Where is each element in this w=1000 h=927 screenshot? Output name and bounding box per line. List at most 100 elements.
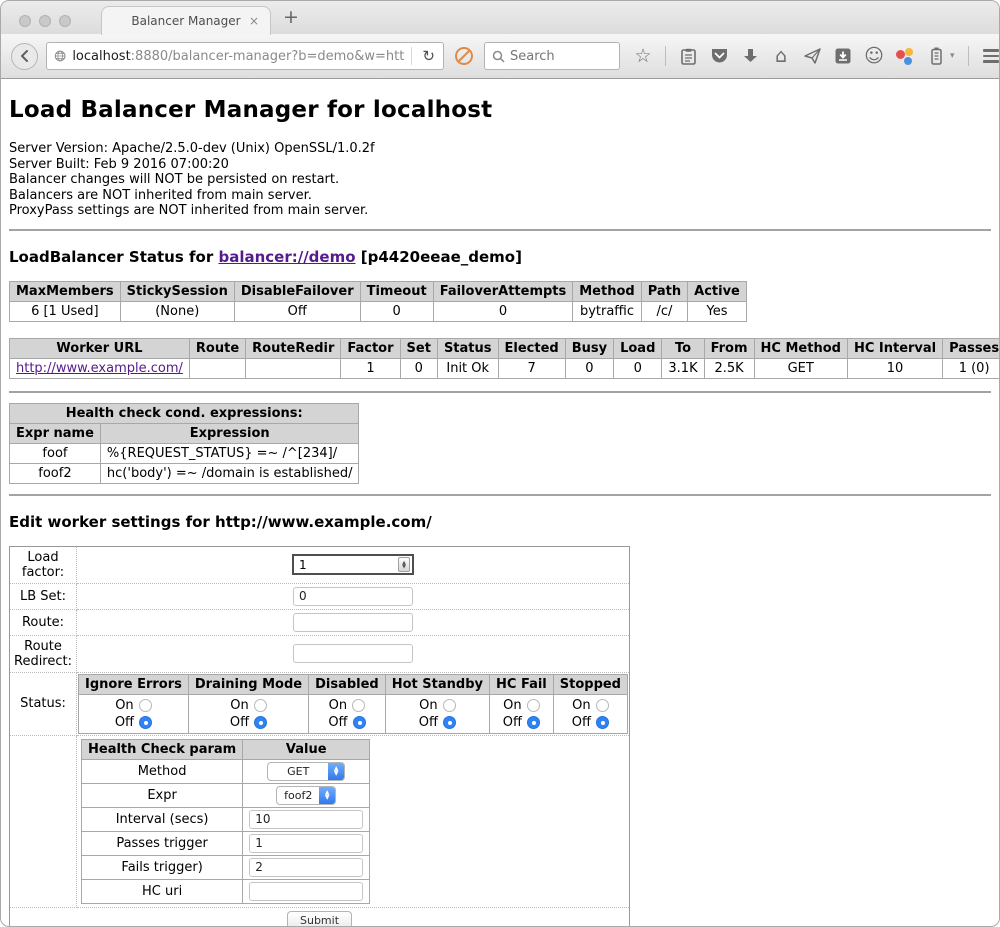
chevron-down-icon[interactable]: ▾ — [950, 51, 955, 61]
select-arrows-icon: ▲▼ — [328, 762, 344, 781]
hc-uri-input[interactable] — [249, 882, 363, 901]
draining-mode-off-radio[interactable] — [254, 716, 267, 729]
ignore-errors-off-radio[interactable] — [139, 716, 152, 729]
col-method: Method — [573, 281, 641, 301]
cell-set: 0 — [400, 358, 437, 378]
search-icon — [492, 50, 505, 63]
load-factor-input[interactable]: 1 ▲▼ — [292, 554, 414, 575]
new-tab-button[interactable]: + — [283, 6, 299, 28]
chat-smiley-icon[interactable]: ☺ — [865, 46, 883, 66]
stopped-on-radio[interactable] — [596, 699, 609, 712]
submit-button[interactable]: Submit — [287, 911, 352, 927]
expr-row-foof2: foof2 hc('body') =~ /domain is establish… — [10, 463, 359, 483]
route-input[interactable] — [293, 613, 413, 632]
page-content: Load Balancer Manager for localhost Serv… — [1, 79, 999, 927]
cell-busy: 0 — [565, 358, 613, 378]
col-disabled: Disabled — [309, 674, 386, 694]
load-factor-row: Load factor: 1 ▲▼ — [10, 546, 630, 583]
on-label: On — [230, 698, 248, 713]
edit-worker-heading: Edit worker settings for http://www.exam… — [9, 513, 991, 531]
status-heading-suffix: [p4420eeae_demo] — [356, 248, 522, 266]
off-label: Off — [419, 715, 438, 730]
tab-balancer-manager[interactable]: Balancer Manager × — [101, 6, 271, 35]
back-button[interactable] — [11, 43, 38, 70]
clipboard-icon[interactable] — [679, 46, 697, 66]
hc-passes-input[interactable] — [249, 834, 363, 853]
search-input[interactable] — [510, 49, 605, 64]
zoom-window-button[interactable] — [59, 15, 71, 27]
col-expr-name: Expr name — [10, 423, 101, 443]
stopped-off-radio[interactable] — [596, 716, 609, 729]
col-disablefailover: DisableFailover — [234, 281, 360, 301]
col-factor: Factor — [341, 338, 400, 358]
battery-icon[interactable] — [927, 46, 945, 66]
hc-interval-label: Interval (secs) — [82, 807, 243, 831]
hc-expr-select[interactable]: foof2 ▲▼ — [276, 786, 336, 805]
home-icon[interactable]: ⌂ — [772, 46, 790, 66]
hc-expr-label: Expr — [82, 783, 243, 807]
bookmark-star-icon[interactable]: ☆ — [634, 46, 652, 66]
col-load: Load — [614, 338, 662, 358]
ignore-errors-on-radio[interactable] — [139, 699, 152, 712]
hc-fail-off-radio[interactable] — [527, 716, 540, 729]
hc-method-select[interactable]: GET ▲▼ — [267, 762, 345, 781]
menu-hamburger-icon[interactable] — [982, 46, 1000, 66]
cell-hc-interval: 10 — [847, 358, 942, 378]
close-window-button[interactable] — [19, 15, 31, 27]
cell-disablefailover: Off — [234, 301, 360, 321]
minimize-window-button[interactable] — [39, 15, 51, 27]
url-bar[interactable]: localhost:8880/balancer-manager?b=demo&w… — [46, 42, 444, 70]
hc-fails-input[interactable] — [249, 858, 363, 877]
content-blocker-icon[interactable] — [454, 46, 474, 66]
col-value: Value — [243, 739, 370, 759]
server-info: Server Version: Apache/2.5.0-dev (Unix) … — [9, 141, 991, 219]
page-title: Load Balancer Manager for localhost — [9, 97, 991, 123]
load-factor-label: Load factor: — [10, 546, 77, 583]
send-tab-icon[interactable] — [803, 46, 821, 66]
tab-close-icon[interactable]: × — [249, 14, 259, 28]
hc-fail-on-radio[interactable] — [527, 699, 540, 712]
disabled-off-radio[interactable] — [353, 716, 366, 729]
cell-expression: hc('body') =~ /domain is established/ — [100, 463, 359, 483]
hc-fails-label: Fails trigger) — [82, 855, 243, 879]
reload-icon[interactable]: ↻ — [418, 47, 439, 65]
cell-route — [189, 358, 245, 378]
col-to: To — [662, 338, 704, 358]
hot-standby-on-radio[interactable] — [443, 699, 456, 712]
colored-dots-extension-icon[interactable] — [896, 47, 914, 65]
globe-icon[interactable] — [54, 48, 66, 64]
off-label: Off — [115, 715, 134, 730]
worker-url-link[interactable]: http://www.example.com/ — [16, 361, 183, 376]
draining-mode-on-radio[interactable] — [254, 699, 267, 712]
status-heading-prefix: LoadBalancer Status for — [9, 248, 218, 266]
col-active: Active — [688, 281, 747, 301]
lb-set-input[interactable] — [293, 587, 413, 606]
cell-passes: 1 (0) — [943, 358, 1000, 378]
number-spinner-icon[interactable]: ▲▼ — [398, 557, 410, 572]
urlbar-divider — [411, 47, 412, 65]
worker-data-row: http://www.example.com/ 1 0 Init Ok 7 0 … — [10, 358, 1000, 378]
url-text[interactable]: localhost:8880/balancer-manager?b=demo&w… — [72, 49, 405, 64]
browser-window: Balancer Manager × + localhost:8880/bala… — [0, 0, 1000, 927]
pocket-icon[interactable] — [710, 46, 728, 66]
col-hot-standby: Hot Standby — [385, 674, 489, 694]
route-redirect-input[interactable] — [293, 644, 413, 663]
hc-passes-row: Passes trigger — [82, 831, 370, 855]
status-label: Status: — [10, 672, 77, 735]
extension-download-icon[interactable] — [834, 46, 852, 66]
hc-header-row: Health Check param Value — [82, 739, 370, 759]
persist-notice-line: Balancer changes will NOT be persisted o… — [9, 172, 991, 188]
col-ignore-errors: Ignore Errors — [79, 674, 189, 694]
health-check-table: Health Check param Value Method GET ▲▼ — [81, 739, 370, 904]
status-row: Status: Ignore Errors Draining Mode Disa… — [10, 672, 630, 735]
hot-standby-off-radio[interactable] — [443, 716, 456, 729]
balancer-header-row: MaxMembers StickySession DisableFailover… — [10, 281, 747, 301]
downloads-icon[interactable] — [741, 46, 759, 66]
disabled-on-radio[interactable] — [352, 699, 365, 712]
balancer-demo-link[interactable]: balancer://demo — [218, 248, 355, 266]
hc-interval-input[interactable] — [249, 810, 363, 829]
cell-from: 2.5K — [704, 358, 754, 378]
search-bar[interactable] — [484, 42, 620, 70]
col-set: Set — [400, 338, 437, 358]
hc-uri-row: HC uri — [82, 879, 370, 903]
